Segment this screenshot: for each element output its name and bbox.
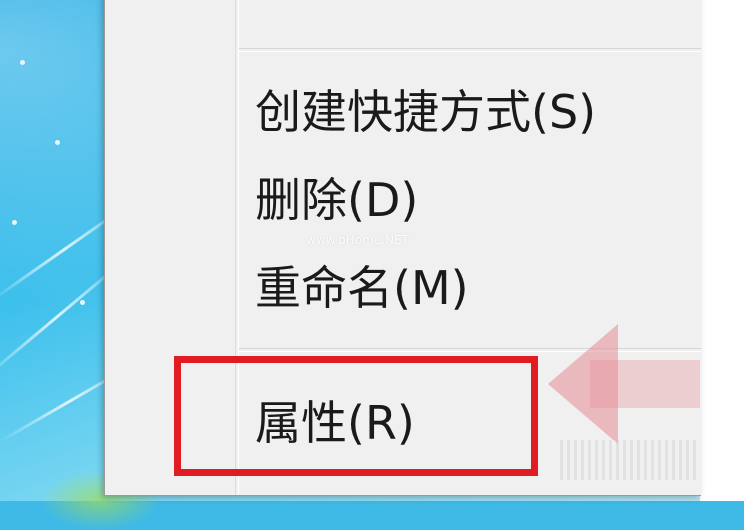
wallpaper-sparkle (80, 300, 85, 305)
page-background (700, 0, 744, 501)
menu-artifact (560, 440, 700, 480)
menu-item-rename[interactable]: 重命名(M) (255, 253, 469, 323)
menu-item-delete[interactable]: 删除(D) (255, 165, 418, 235)
menu-item-create-shortcut[interactable]: 创建快捷方式(S) (255, 77, 596, 147)
wallpaper-sparkle (20, 60, 25, 65)
menu-separator (239, 48, 701, 52)
mouse-pointer-icon (548, 324, 618, 444)
highlight-box-properties (174, 356, 538, 476)
wallpaper-sparkle (12, 220, 17, 225)
wallpaper-sparkle (55, 140, 60, 145)
watermark: www.pHome.NET (306, 233, 409, 247)
menu-separator (239, 348, 701, 352)
